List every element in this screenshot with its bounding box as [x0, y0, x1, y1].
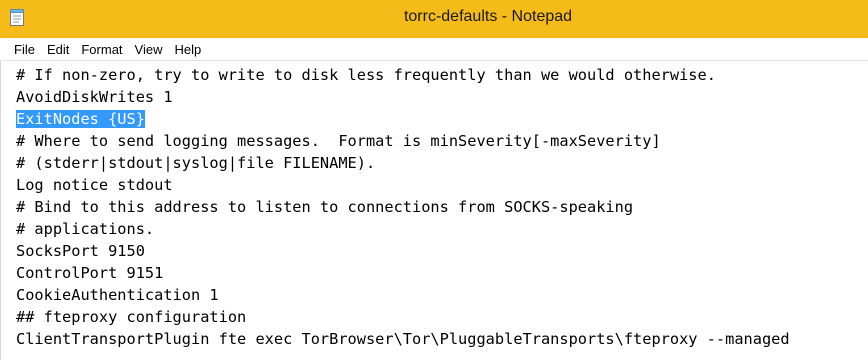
text-editor-area[interactable]: # If non-zero, try to write to disk less… — [0, 61, 868, 360]
text-line[interactable]: # Bind to this address to listen to conn… — [16, 196, 790, 218]
text-line[interactable]: # If non-zero, try to write to disk less… — [16, 64, 790, 86]
text-line[interactable]: CookieAuthentication 1 — [16, 284, 790, 306]
text-line[interactable]: # Where to send logging messages. Format… — [16, 130, 790, 152]
menu-bar: File Edit Format View Help — [0, 38, 868, 61]
text-line[interactable]: ## fteproxy configuration — [16, 306, 790, 328]
menu-file[interactable]: File — [8, 38, 41, 61]
text-line[interactable]: # applications. — [16, 218, 790, 240]
editor-lines: # If non-zero, try to write to disk less… — [16, 64, 790, 350]
menu-help[interactable]: Help — [168, 38, 207, 61]
menu-edit[interactable]: Edit — [41, 38, 75, 61]
text-line[interactable]: SocksPort 9150 — [16, 240, 790, 262]
notepad-window: torrc-defaults - Notepad File Edit Forma… — [0, 0, 868, 360]
text-line[interactable]: ClientTransportPlugin fte exec TorBrowse… — [16, 328, 790, 350]
text-line[interactable]: # (stderr|stdout|syslog|file FILENAME). — [16, 152, 790, 174]
text-line[interactable]: AvoidDiskWrites 1 — [16, 86, 790, 108]
text-line[interactable]: Log notice stdout — [16, 174, 790, 196]
menu-format[interactable]: Format — [75, 38, 128, 61]
selected-text-line[interactable]: ExitNodes {US} — [16, 108, 790, 130]
text-selection[interactable]: ExitNodes {US} — [16, 110, 145, 128]
menu-view[interactable]: View — [129, 38, 169, 61]
text-line[interactable]: ControlPort 9151 — [16, 262, 790, 284]
window-title: torrc-defaults - Notepad — [403, 8, 573, 25]
title-bar[interactable]: torrc-defaults - Notepad — [0, 0, 868, 38]
